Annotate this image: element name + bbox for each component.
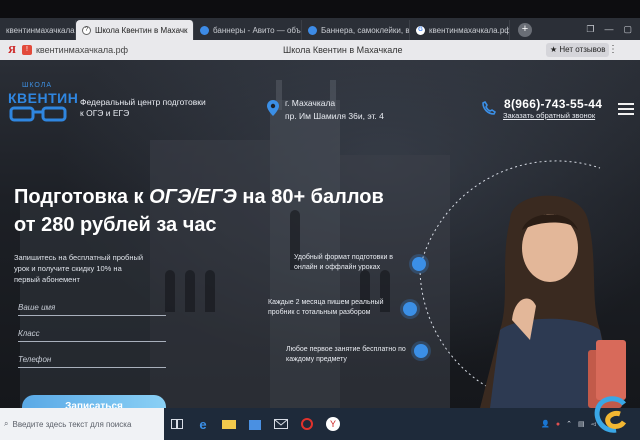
background-window [165, 270, 175, 312]
headline-text: Подготовка к [14, 186, 150, 208]
taskbar: ⌕ Введите здесь текст для поиска e Y 👤 ●… [0, 408, 640, 440]
benefit-text: Любое первое занятие бесплатно по каждом… [286, 346, 406, 363]
phone-input[interactable]: Телефон [18, 355, 166, 368]
name-input[interactable]: Ваше имя [18, 303, 166, 316]
warning-icon[interactable]: ! [21, 45, 32, 55]
benefit-marker [414, 344, 428, 358]
browser-tab[interactable]: G квентинмахачкала.рф [410, 20, 510, 40]
address-bar: Я ! квентинмахачкала.рф Школа Квентин в … [0, 40, 640, 60]
opera-icon[interactable] [294, 408, 320, 440]
mail-icon[interactable] [268, 408, 294, 440]
logo-title: КВЕНТИН [8, 90, 79, 106]
page-title: Школа Квентин в Махачкале [283, 45, 403, 55]
hero-headline: Подготовка к ОГЭ/ЕГЭ на 80+ баллов от 28… [14, 183, 384, 239]
taskbar-search[interactable]: ⌕ Введите здесь текст для поиска [0, 408, 164, 440]
headline-price: от 280 рублей за час [14, 214, 217, 236]
task-view-icon[interactable] [164, 408, 190, 440]
reviews-button[interactable]: ★ Нет отзывов [546, 43, 610, 57]
site-tagline: Федеральный центр подготовки к ОГЭ и ЕГЭ [80, 97, 206, 118]
class-input[interactable]: Класс [18, 329, 166, 342]
tab-label: квентинмахачкала.рф [429, 25, 510, 35]
tab-label: Баннера, самоклейки, ві [321, 25, 410, 35]
search-placeholder: Введите здесь текст для поиска [12, 419, 132, 429]
yandex-browser-icon[interactable]: Y [320, 408, 346, 440]
phone-icon [482, 101, 496, 115]
screen: квентинмахачкала.рф — ✕ ? Школа Квентин … [0, 0, 640, 440]
url-field[interactable]: квентинмахачкала.рф [36, 45, 128, 55]
minimize-icon[interactable]: — [604, 24, 613, 35]
security-icon[interactable]: ● [556, 421, 560, 428]
reviews-label: Нет отзывов [559, 45, 606, 54]
avito-icon [308, 25, 317, 35]
city: г. Махачкала [285, 98, 336, 108]
store-icon[interactable] [242, 408, 268, 440]
benefit-text: Каждые 2 месяца пишем реальный пробник с… [268, 299, 384, 316]
file-explorer-icon[interactable] [216, 408, 242, 440]
logo-caption: ШКОЛА [22, 82, 53, 89]
restore-icon[interactable]: ▢ [623, 24, 632, 35]
google-icon: G [416, 25, 425, 35]
background-window [185, 270, 195, 312]
copy-icon[interactable]: ❐ [586, 24, 594, 35]
browser-tab[interactable]: Баннера, самоклейки, ві ✕ [302, 20, 410, 40]
tab-label: Школа Квентин в Махачк [95, 25, 188, 35]
network-icon[interactable]: ▤ [578, 420, 585, 428]
glasses-icon [9, 106, 67, 122]
browser-tab[interactable]: квентинмахачкала.рф — ✕ [0, 20, 76, 40]
student-photo [480, 195, 626, 408]
callback-link[interactable]: Заказать обратный звонок [503, 111, 595, 120]
browser-menu-icon[interactable]: ⋮ [608, 44, 618, 55]
window-controls: ❐ — ▢ [586, 24, 640, 40]
chevron-up-icon[interactable]: ⌃ [566, 420, 572, 428]
yandex-logo-icon[interactable]: Я [8, 44, 16, 56]
site-logo[interactable]: ШКОЛА КВЕНТИН [8, 82, 78, 130]
browser-tab-strip: квентинмахачкала.рф — ✕ ? Школа Квентин … [0, 18, 640, 40]
benefit-text: Удобный формат подготовки в онлайн и офф… [294, 254, 394, 271]
watermark-logo-icon [594, 396, 627, 433]
search-icon: ⌕ [4, 419, 9, 428]
browser-tab-active[interactable]: ? Школа Квентин в Махачк ✕ [76, 20, 194, 40]
signup-description: Запишитесь на бесплатный пробный урок и … [14, 253, 144, 284]
browser-tab[interactable]: баннеры - Авито — объ ✕ [194, 20, 302, 40]
benefit-marker [403, 302, 417, 316]
edge-icon[interactable]: e [190, 408, 216, 440]
page-icon: ? [82, 25, 91, 35]
benefit-marker [412, 257, 426, 271]
street: пр. Им Шамиля 36и, эт. 4 [285, 111, 384, 121]
background-window [205, 270, 215, 312]
location-pin-icon [267, 100, 279, 116]
hamburger-menu-icon[interactable] [618, 103, 634, 118]
tab-label: баннеры - Авито — объ [213, 25, 301, 35]
new-tab-button[interactable]: + [518, 23, 532, 37]
avito-icon [200, 25, 209, 35]
people-icon[interactable]: 👤 [541, 420, 550, 428]
phone-number[interactable]: 8(966)-743-55-44 [504, 97, 602, 111]
hero-section: ШКОЛА КВЕНТИН Федеральный центр подготов… [0, 60, 640, 408]
tab-label: квентинмахачкала.рф — [6, 25, 75, 35]
headline-exam: ОГЭ/ЕГЭ [149, 186, 237, 208]
address-block: г. Махачкала пр. Им Шамиля 36и, эт. 4 [285, 97, 384, 123]
headline-text: на 80+ баллов [236, 186, 384, 208]
signup-button[interactable]: Записаться [22, 395, 166, 408]
